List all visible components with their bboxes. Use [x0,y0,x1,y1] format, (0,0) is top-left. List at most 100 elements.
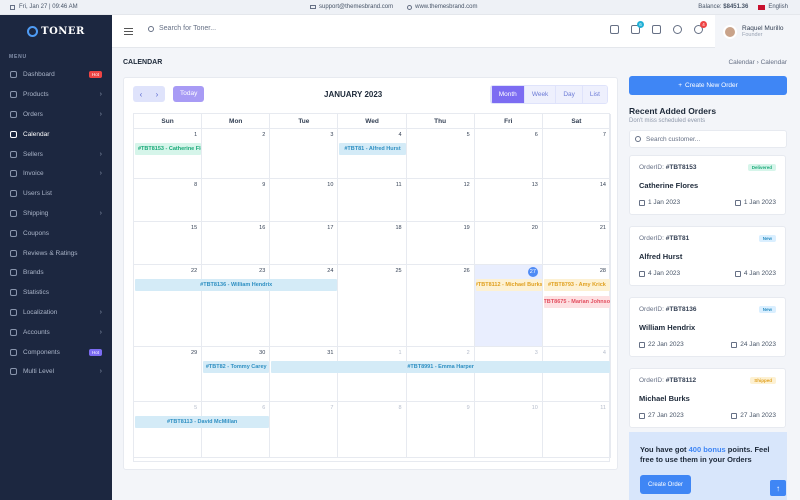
order-card[interactable]: OrderID: #TBT8112 Shipped Michael Burks … [629,368,786,428]
sidebar-item-coupons[interactable]: Coupons [0,223,112,243]
search-input[interactable]: Search for Toner... [148,25,216,32]
calendar-day-cell[interactable]: 7 [543,129,611,178]
sidebar-item-statistics[interactable]: Statistics [0,283,112,303]
support-email[interactable]: support@themesbrand.com [319,4,393,10]
hamburger-icon[interactable] [124,28,133,35]
sidebar-item-orders[interactable]: Orders › [0,105,112,125]
calendar-event[interactable]: #TBT8113 - David McMillan [135,416,270,428]
calendar-day-cell[interactable]: 24 [270,265,339,346]
calendar-event[interactable]: #TBT8793 - Amy Krick [543,279,610,291]
sidebar-item-shipping[interactable]: Shipping › [0,204,112,224]
calendar-day-cell[interactable]: 21 [543,222,611,264]
cart-icon[interactable]: 6 [631,21,644,34]
calendar-day-cell[interactable]: 29 [134,347,203,401]
calendar-day-cell[interactable]: 11 [338,179,407,221]
sidebar-item-users-list[interactable]: Users List [0,184,112,204]
calendar-day-cell[interactable]: 15 [134,222,203,264]
weekday-header: Tue [270,114,339,129]
sidebar-item-sellers[interactable]: Sellers › [0,144,112,164]
sidebar-item-reviews-ratings[interactable]: Reviews & Ratings [0,243,112,263]
sidebar-item-invoice[interactable]: Invoice › [0,164,112,184]
view-day-button[interactable]: Day [555,86,582,103]
calendar-day-cell[interactable]: 1 [338,347,407,401]
calendar-day-cell[interactable]: 26 [407,265,475,346]
customer-name: Michael Burks [639,394,690,403]
fullscreen-icon[interactable] [652,25,661,34]
calendar-event[interactable]: #TBT8153 - Catherine Flores [135,143,202,155]
calendar-day-cell[interactable]: 13 [475,179,543,221]
sidebar-item-brands[interactable]: Brands [0,263,112,283]
view-month-button[interactable]: Month [490,86,524,103]
sidebar-item-dashboard[interactable]: Dashboard Hot [0,65,112,85]
calendar-day-cell[interactable]: 10 [475,402,543,457]
sidebar-item-products[interactable]: Products › [0,85,112,105]
calendar-event[interactable]: #TBT81 - Alfred Hurst [339,143,406,155]
customer-search-input[interactable]: Search customer... [629,130,787,148]
calendar-event[interactable]: #TBT8136 - William Hendrix [135,279,338,291]
calendar-day-cell[interactable]: 31 [270,347,339,401]
calendar-day-cell[interactable]: 3 [475,347,543,401]
calendar-event[interactable]: #TBT8675 - Marian Johnson [543,296,610,308]
balance-value: $8451.36 [723,4,749,10]
calendar-day-cell[interactable]: 7 [270,402,339,457]
search-placeholder: Search for Toner... [159,25,217,32]
calendar-event[interactable]: #TBT8112 - Michael Burks [475,279,542,291]
calendar-day-cell[interactable]: 19 [407,222,475,264]
today-button[interactable]: Today [173,86,205,102]
create-order-button[interactable]: + Create New Order [629,76,787,95]
calendar-event[interactable]: #TBT82 - Tommy Carey [203,361,270,373]
calendar-day-cell[interactable]: 6 [475,129,543,178]
sidebar-item-multi-level[interactable]: Multi Level › [0,362,112,382]
view-week-button[interactable]: Week [523,86,556,103]
calendar-day-cell[interactable]: 16 [202,222,271,264]
day-number: 27 [527,267,538,277]
calendar-day-cell[interactable]: 9 [407,402,475,457]
sidebar-item-accounts[interactable]: Accounts › [0,322,112,342]
order-card[interactable]: OrderID: #TBT8136 New William Hendrix 22… [629,297,786,357]
sidebar-item-label: Components [23,348,60,356]
breadcrumb-link[interactable]: Calendar [728,59,754,66]
language-selector[interactable]: English [758,4,788,10]
calendar-day-cell[interactable]: 2 [202,129,271,178]
view-list-button[interactable]: List [581,86,607,103]
calendar-day-cell[interactable]: 12 [407,179,475,221]
sidebar-item-label: Coupons [23,229,50,237]
website-link[interactable]: www.themesbrand.com [415,4,477,10]
calendar-day-cell[interactable]: 6 [202,402,271,457]
sidebar-item-calendar[interactable]: Calendar [0,124,112,144]
calendar-day-cell[interactable]: 11 [543,402,611,457]
order-card[interactable]: OrderID: #TBT8153 Delivered Catherine Fl… [629,155,786,215]
next-month-button[interactable]: › [149,86,165,102]
calendar-day-cell[interactable]: 25 [338,265,407,346]
bell-icon[interactable]: 4 [694,21,707,34]
theme-toggle-icon[interactable] [673,25,682,34]
search-icon [148,25,154,32]
apps-grid-icon[interactable] [610,25,619,34]
brand-logo[interactable]: TONER [0,15,112,48]
calendar-event[interactable]: #TBT8991 - Emma Harper [271,361,610,373]
calendar-day-cell[interactable]: 8 [338,402,407,457]
back-to-top-button[interactable]: ↑ [770,480,786,496]
calendar-day-cell[interactable]: 2 [407,347,475,401]
calendar-day-cell[interactable]: 22 [134,265,203,346]
calendar-day-cell[interactable]: 5 [134,402,203,457]
calendar-day-cell[interactable]: 8 [134,179,203,221]
calendar-day-cell[interactable]: 20 [475,222,543,264]
calendar-day-cell[interactable]: 23 [202,265,271,346]
calendar-day-cell[interactable]: 5 [407,129,475,178]
calendar-day-cell[interactable]: 10 [270,179,339,221]
promo-create-order-button[interactable]: Create Order [640,475,691,494]
calendar-day-cell[interactable]: 14 [543,179,611,221]
order-card[interactable]: OrderID: #TBT81 New Alfred Hurst 4 Jan 2… [629,226,786,286]
calendar-day-cell[interactable]: 27 [474,265,543,346]
calendar-day-cell[interactable]: 17 [270,222,339,264]
calendar-day-cell[interactable]: 30 [202,347,271,401]
calendar-day-cell[interactable]: 18 [338,222,407,264]
calendar-day-cell[interactable]: 3 [270,129,339,178]
calendar-day-cell[interactable]: 4 [543,347,611,401]
user-menu[interactable]: Raquel Murillo Founder [715,15,800,48]
calendar-day-cell[interactable]: 9 [202,179,271,221]
sidebar-item-components[interactable]: Components Hot [0,342,112,362]
prev-month-button[interactable]: ‹ [133,86,149,102]
sidebar-item-localization[interactable]: Localization › [0,303,112,323]
